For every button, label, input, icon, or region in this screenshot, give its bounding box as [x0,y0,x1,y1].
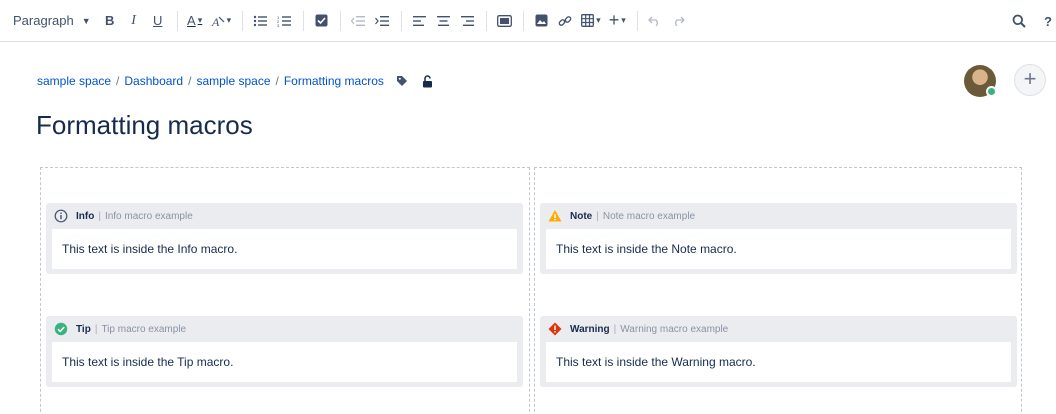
macro-name: Note [570,210,593,222]
editor-toolbar: Paragraph ▼ B I U A ▾ A ▾ 123 ▾ + ▾ ? [0,0,1056,42]
svg-text:A: A [211,15,220,28]
undo-icon [648,16,659,26]
macro-header: Note | Note macro example [540,203,1017,229]
macro-body[interactable]: This text is inside the Note macro. [546,229,1011,269]
toolbar-divider [636,10,638,31]
macro-body[interactable]: This text is inside the Info macro. [52,229,517,269]
insert-table-button[interactable]: ▾ [578,7,604,35]
align-right-button[interactable] [456,7,478,35]
warning-macro-panel[interactable]: Warning | Warning macro example This tex… [540,316,1017,387]
svg-text:3: 3 [277,23,280,27]
bold-button[interactable]: B [99,7,121,35]
more-formatting-button[interactable]: A ▾ [208,7,235,35]
error-diamond-icon [548,322,562,336]
align-right-icon [460,15,474,26]
align-center-button[interactable] [432,7,454,35]
breadcrumb-separator: / [188,74,192,88]
numbered-list-icon: 123 [277,15,292,27]
align-left-button[interactable] [408,7,430,35]
info-icon [54,209,68,223]
breadcrumb-item[interactable]: Dashboard [124,74,183,88]
unlock-icon[interactable] [422,74,433,88]
format-icon: A [211,15,225,28]
indent-icon [375,15,390,26]
italic-button[interactable]: I [123,7,145,35]
image-icon [535,14,548,27]
macro-body[interactable]: This text is inside the Tip macro. [52,342,517,382]
macro-description: Info macro example [104,210,193,222]
toolbar-divider [486,10,488,31]
align-left-icon [412,15,426,26]
outdent-button[interactable] [347,7,369,35]
info-macro-panel[interactable]: Info | Info macro example This text is i… [46,203,523,274]
toolbar-divider [523,10,525,31]
tip-macro-panel[interactable]: Tip | Tip macro example This text is ins… [46,316,523,387]
insert-more-button[interactable]: + ▾ [606,7,629,35]
breadcrumb-separator: / [116,74,120,88]
bullet-list-button[interactable] [249,7,271,35]
paragraph-style-dropdown[interactable]: Paragraph ▼ [10,7,97,35]
toolbar-divider [303,10,305,31]
toolbar-divider [340,10,342,31]
macro-name: Warning [570,323,610,335]
text-color-button[interactable]: A ▾ [184,7,206,35]
breadcrumb-item[interactable]: Formatting macros [284,74,384,88]
macro-separator: | [613,323,617,335]
macro-separator: | [98,210,101,222]
macro-name: Info [76,210,95,222]
table-icon [581,14,595,27]
chevron-down-icon: ▼ [81,15,91,26]
bullet-list-icon [253,15,268,26]
add-collaborator-button[interactable]: + [1014,64,1046,96]
page-layout-button[interactable] [493,7,515,35]
toolbar-divider [242,10,244,31]
task-list-button[interactable] [310,7,332,35]
warning-triangle-icon [548,209,562,223]
redo-button[interactable] [668,7,690,35]
note-macro-panel[interactable]: Note | Note macro example This text is i… [540,203,1017,274]
macro-name: Tip [76,323,91,335]
layout-icon [496,14,512,27]
indent-button[interactable] [371,7,393,35]
breadcrumb-item[interactable]: sample space [37,74,111,88]
label-tag-icon[interactable] [396,75,408,87]
macro-separator: | [596,210,599,222]
presence-indicator [986,86,997,97]
underline-button[interactable]: U [147,7,169,35]
macro-header: Tip | Tip macro example [46,316,523,342]
macro-description: Warning macro example [620,323,729,335]
macro-body[interactable]: This text is inside the Warning macro. [546,342,1011,382]
breadcrumb: sample space / Dashboard / sample space … [37,74,433,88]
align-center-icon [436,15,450,26]
insert-image-button[interactable] [530,7,552,35]
search-icon [1012,14,1026,28]
find-replace-button[interactable] [1008,7,1030,35]
toolbar-divider [176,10,178,31]
macro-separator: | [94,323,98,335]
page-title[interactable]: Formatting macros [36,110,253,141]
check-circle-icon [54,322,68,336]
link-icon [558,15,572,26]
macro-description: Tip macro example [101,323,187,335]
macro-header: Warning | Warning macro example [540,316,1017,342]
macro-description: Note macro example [602,210,696,222]
undo-button[interactable] [644,7,666,35]
toolbar-divider [401,10,403,31]
outdent-icon [351,15,366,26]
breadcrumb-item[interactable]: sample space [196,74,270,88]
redo-icon [675,16,686,26]
toolbar-right-group: ? [1008,0,1056,42]
breadcrumb-separator: / [275,74,279,88]
checkbox-icon [315,14,328,27]
insert-link-button[interactable] [554,7,576,35]
macro-header: Info | Info macro example [46,203,523,229]
paragraph-style-label: Paragraph [13,13,74,28]
numbered-list-button[interactable]: 123 [273,7,295,35]
help-button[interactable]: ? [1040,7,1056,35]
